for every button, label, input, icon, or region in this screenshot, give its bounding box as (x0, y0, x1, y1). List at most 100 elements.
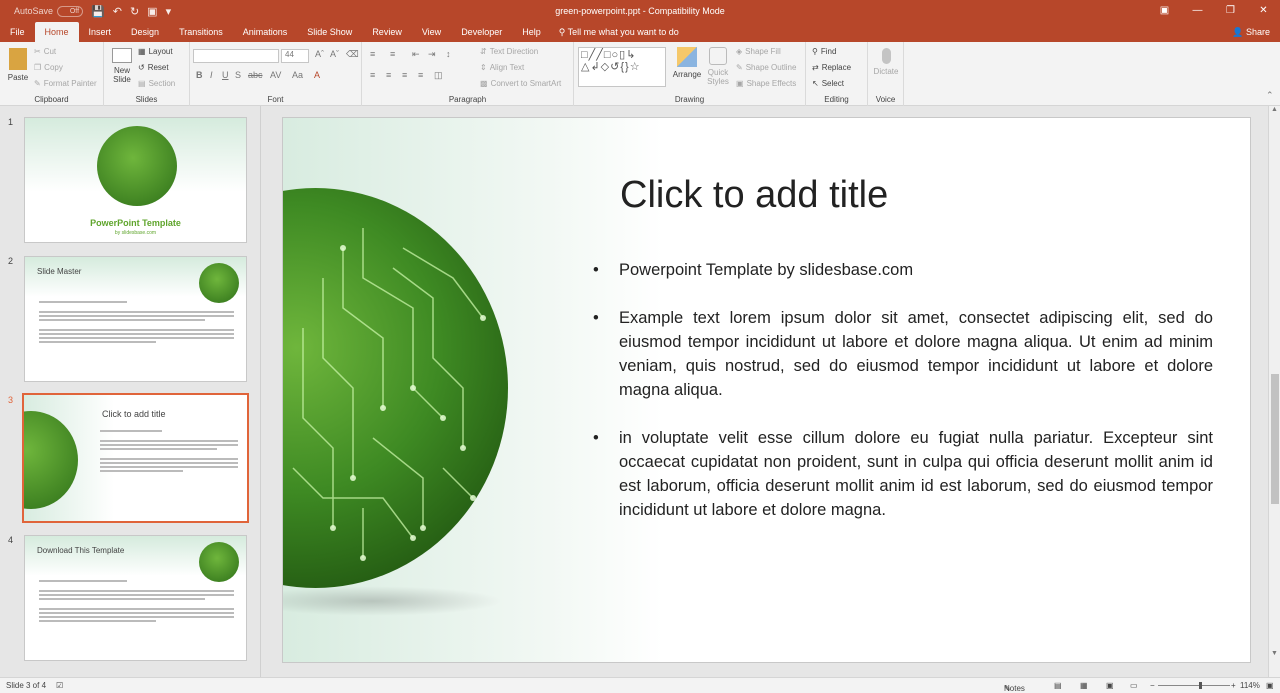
bullets-icon[interactable]: ≡ (370, 49, 375, 59)
justify-icon[interactable]: ≡ (418, 70, 423, 80)
zoom-in-icon[interactable]: + (1231, 681, 1236, 690)
text-direction-button[interactable]: ⇵ Text Direction (480, 47, 538, 56)
slide-thumbnail-panel[interactable]: 1 PowerPoint Template by slidesbase.com … (0, 106, 261, 677)
vertical-scrollbar[interactable]: ▲ ▼ (1268, 106, 1280, 677)
autosave-toggle[interactable]: AutoSave Off (14, 5, 84, 17)
tab-review[interactable]: Review (362, 22, 412, 42)
align-center-icon[interactable]: ≡ (386, 70, 391, 80)
start-slideshow-icon[interactable]: ▣ (147, 5, 157, 18)
grow-font-icon[interactable]: Aˆ (315, 49, 324, 59)
shape-outline-button[interactable]: ✎ Shape Outline (736, 63, 796, 72)
normal-view-icon[interactable]: ▤ (1054, 681, 1062, 690)
line-spacing-icon[interactable]: ↕ (446, 49, 451, 59)
shape-effects-button[interactable]: ▣ Shape Effects (736, 79, 796, 88)
align-right-icon[interactable]: ≡ (402, 70, 407, 80)
slide-thumbnail-4[interactable]: Download This Template (24, 535, 247, 661)
columns-icon[interactable]: ◫ (434, 70, 443, 81)
drawing-group-label: Drawing (674, 95, 705, 104)
char-spacing-icon[interactable]: AV (270, 70, 281, 80)
quick-styles-button[interactable]: Quick Styles (705, 47, 731, 86)
restore-icon[interactable]: ❐ (1214, 0, 1247, 22)
format-painter-button[interactable]: ✎ Format Painter (34, 79, 97, 88)
tab-slide-show[interactable]: Slide Show (297, 22, 362, 42)
tab-transitions[interactable]: Transitions (169, 22, 233, 42)
replace-button[interactable]: ⇄ Replace (812, 63, 851, 72)
green-circuit-sphere-image[interactable] (283, 188, 508, 588)
decrease-indent-icon[interactable]: ⇤ (412, 49, 420, 60)
layout-button[interactable]: ▦ Layout (138, 47, 173, 56)
circuit-pattern (292, 228, 486, 561)
font-color-icon[interactable]: A (314, 70, 320, 80)
zoom-level[interactable]: 114% (1240, 681, 1260, 690)
arrange-button[interactable]: Arrange (672, 47, 702, 79)
tab-design[interactable]: Design (121, 22, 169, 42)
close-icon[interactable]: ✕ (1247, 0, 1280, 22)
tab-help[interactable]: Help (512, 22, 551, 42)
share-button[interactable]: 👤 Share (1232, 22, 1270, 42)
zoom-slider-knob[interactable] (1199, 682, 1203, 689)
tab-home[interactable]: Home (34, 22, 79, 42)
font-size-combo[interactable]: 44 (281, 49, 309, 63)
redo-icon[interactable]: ↻ (130, 5, 139, 18)
slide-thumbnail-2[interactable]: Slide Master (24, 256, 247, 382)
undo-icon[interactable]: ↶ (113, 5, 122, 18)
slide-body-placeholder[interactable]: Powerpoint Template by slidesbase.com Ex… (593, 258, 1213, 546)
minimize-icon[interactable]: — (1181, 0, 1214, 22)
magnifier-icon: ⚲ (812, 47, 818, 56)
autosave-switch[interactable]: Off (57, 5, 84, 17)
clear-formatting-icon[interactable]: ⌫ (346, 49, 359, 60)
tab-insert[interactable]: Insert (79, 22, 122, 42)
shadow-icon[interactable]: S (235, 70, 241, 80)
zoom-out-icon[interactable]: − (1150, 681, 1155, 690)
tab-developer[interactable]: Developer (451, 22, 512, 42)
zoom-slider[interactable] (1158, 682, 1230, 689)
numbering-icon[interactable]: ≡ (390, 49, 395, 59)
slide-title-placeholder[interactable]: Click to add title (620, 174, 888, 217)
font-name-combo[interactable] (193, 49, 279, 63)
scroll-down-arrow-icon[interactable]: ▼ (1271, 650, 1278, 657)
ribbon-display-options-icon[interactable]: ▣ (1148, 0, 1181, 22)
ribbon: Paste ✂ Cut ❐ Copy ✎ Format Painter Clipboa… (0, 42, 1280, 106)
align-left-icon[interactable]: ≡ (370, 70, 375, 80)
convert-smartart-button[interactable]: ▩ Convert to SmartArt (480, 79, 561, 88)
italic-icon[interactable]: I (210, 70, 213, 80)
spellcheck-icon[interactable]: ☑ (56, 681, 63, 690)
find-button[interactable]: ⚲ Find (812, 47, 836, 56)
cut-label: Cut (43, 47, 57, 56)
shape-fill-button[interactable]: ◈ Shape Fill (736, 47, 781, 56)
select-button[interactable]: ↖ Select (812, 79, 844, 88)
change-case-icon[interactable]: Aa (292, 70, 303, 80)
tab-animations[interactable]: Animations (233, 22, 298, 42)
strikethrough-icon[interactable]: abc (248, 70, 263, 80)
collapse-ribbon-icon[interactable]: ⌃ (1266, 90, 1274, 101)
save-icon[interactable]: 💾 (91, 5, 105, 18)
microphone-icon (881, 48, 891, 64)
fit-to-window-icon[interactable]: ▣ (1266, 681, 1274, 690)
paste-button[interactable]: Paste (6, 48, 30, 82)
customize-qat-icon[interactable]: ▾ (166, 5, 172, 18)
scroll-up-arrow-icon[interactable]: ▲ (1271, 106, 1278, 113)
tab-file[interactable]: File (0, 22, 35, 42)
slideshow-view-icon[interactable]: ▭ (1130, 681, 1138, 690)
slide-sorter-icon[interactable]: ▦ (1080, 681, 1088, 690)
current-slide[interactable]: Click to add title Powerpoint Template b… (282, 117, 1251, 663)
shrink-font-icon[interactable]: Aˇ (330, 49, 339, 59)
tell-me-box[interactable]: ⚲ Tell me what you want to do (551, 22, 679, 42)
section-button[interactable]: ▤ Section (138, 79, 175, 88)
slide-thumbnail-1[interactable]: PowerPoint Template by slidesbase.com (24, 117, 247, 243)
new-slide-button[interactable]: New Slide (110, 48, 134, 84)
green-sphere-image (199, 542, 239, 582)
scrollbar-thumb[interactable] (1271, 374, 1279, 504)
copy-button[interactable]: ❐ Copy (34, 63, 63, 72)
dictate-button[interactable]: Dictate (873, 48, 899, 76)
cut-button[interactable]: ✂ Cut (34, 47, 56, 56)
bold-icon[interactable]: B (196, 70, 203, 80)
reset-button[interactable]: ↺ Reset (138, 63, 169, 72)
tab-view[interactable]: View (412, 22, 451, 42)
reading-view-icon[interactable]: ▣ (1106, 681, 1114, 690)
shapes-gallery[interactable]: □╱╱□○▯↳ △↲◇↺{}☆ (578, 47, 666, 87)
align-text-button[interactable]: ⇕ Align Text (480, 63, 524, 72)
increase-indent-icon[interactable]: ⇥ (428, 49, 436, 60)
slide-thumbnail-3[interactable]: Click to add title (22, 393, 249, 523)
underline-icon[interactable]: U (222, 70, 229, 80)
